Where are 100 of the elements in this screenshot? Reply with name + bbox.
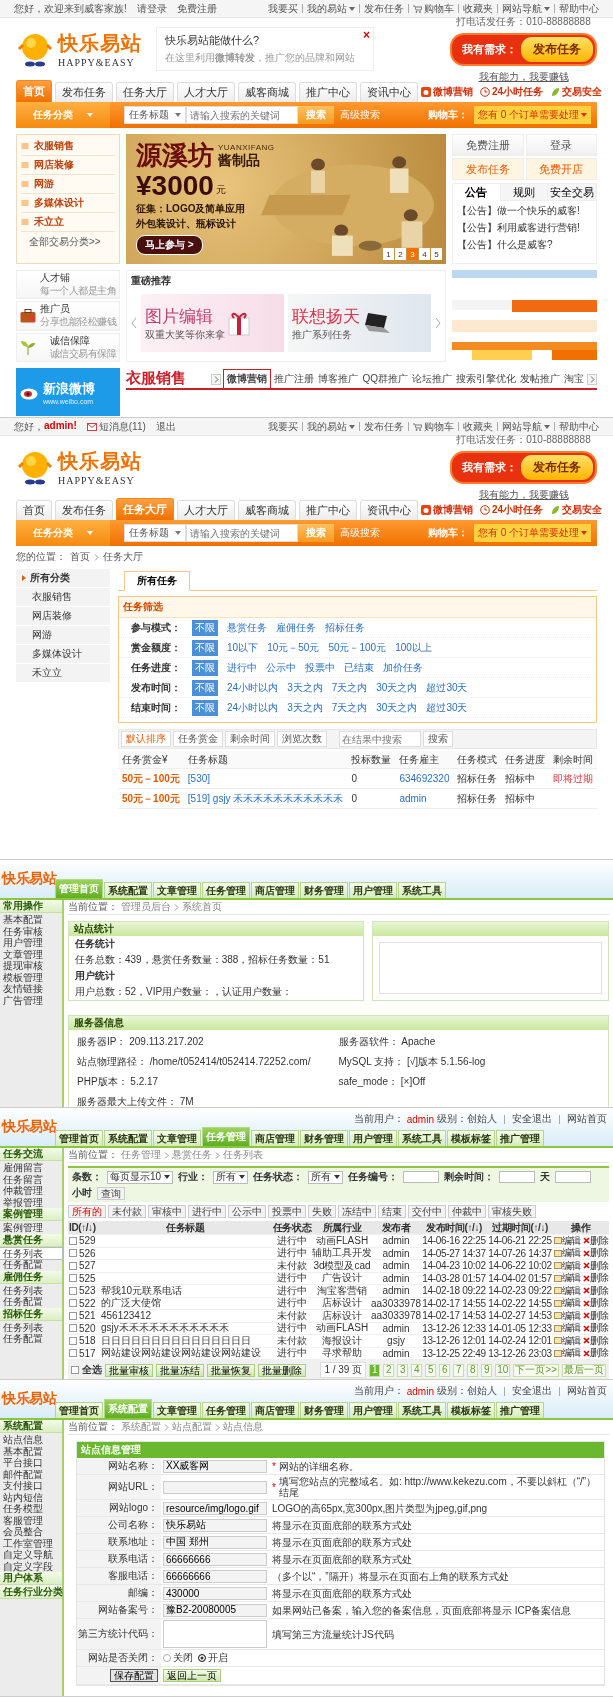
post-task-button[interactable]: 发布任务 bbox=[521, 454, 593, 480]
edit-link[interactable]: 编辑 bbox=[553, 1271, 581, 1286]
search-field[interactable]: 请输入搜索的关键词 bbox=[186, 524, 298, 542]
edit-link[interactable]: 编辑 bbox=[553, 1233, 581, 1248]
filter-option[interactable]: 7天之内 bbox=[331, 700, 368, 715]
save-button[interactable]: 保存配置 bbox=[110, 1669, 158, 1682]
sidebar-link[interactable]: 广告管理 bbox=[0, 994, 62, 1006]
filter-option[interactable]: 30天之内 bbox=[376, 680, 418, 695]
search-field[interactable]: 请输入搜索的关键词 bbox=[186, 106, 298, 124]
notice-link[interactable]: 【公告】什么是威客? bbox=[453, 235, 596, 252]
admin-tab[interactable]: 管理首页 bbox=[55, 1402, 103, 1418]
nav-tab[interactable]: 推广中心 bbox=[299, 500, 357, 520]
filter-option[interactable]: 3天之内 bbox=[287, 680, 323, 695]
admin-tab[interactable]: 推广管理 bbox=[496, 1402, 544, 1418]
filter-option[interactable]: 100以上 bbox=[395, 640, 432, 655]
admin-tab[interactable]: 系统工具 bbox=[398, 1130, 446, 1146]
top-link[interactable]: 帮助中心 bbox=[559, 419, 599, 434]
notice-link[interactable]: 【公告】利用威客进行营销! bbox=[453, 218, 596, 235]
category-link[interactable]: 所有分类 bbox=[30, 571, 70, 585]
delete-link[interactable]: 删除 bbox=[582, 1233, 609, 1248]
category-link[interactable]: 网游 bbox=[32, 628, 52, 642]
checkbox[interactable] bbox=[69, 1336, 77, 1345]
header-link[interactable]: 安全退出 bbox=[512, 1112, 552, 1126]
edit-link[interactable]: 编辑 bbox=[553, 1258, 581, 1273]
batch-button[interactable]: 批量冻结 bbox=[156, 1363, 204, 1377]
filter-option[interactable]: 投票中 bbox=[305, 660, 335, 675]
sidebar-link[interactable]: 文章管理 bbox=[0, 948, 62, 960]
feature-link[interactable]: 交易安全 bbox=[550, 503, 603, 517]
filter-option[interactable]: 7天之内 bbox=[331, 680, 368, 695]
delete-link[interactable]: 删除 bbox=[582, 1321, 609, 1336]
status-tab[interactable]: 审核中 bbox=[148, 1205, 186, 1218]
delete-link[interactable]: 删除 bbox=[582, 1308, 609, 1323]
sidebar-link[interactable]: 自定义导航 bbox=[0, 1549, 62, 1561]
category-link[interactable]: 多媒体设计 bbox=[34, 196, 84, 210]
admin-tab[interactable]: 模板标签 bbox=[447, 1402, 495, 1418]
top-link[interactable]: 免费注册 bbox=[176, 1, 217, 16]
input-field[interactable]: 430000 bbox=[163, 1586, 267, 1600]
filter-option[interactable]: 超过30天 bbox=[426, 680, 468, 695]
delete-link[interactable]: 删除 bbox=[582, 1246, 609, 1261]
edit-link[interactable]: 编辑 bbox=[553, 1246, 581, 1261]
header-link[interactable]: 安全退出 bbox=[512, 1384, 552, 1398]
category-link[interactable]: 网店装修 bbox=[34, 158, 74, 172]
sidebar-link[interactable]: 站内短信 bbox=[0, 1491, 62, 1503]
filter-option[interactable]: 公示中 bbox=[266, 660, 296, 675]
checkbox[interactable] bbox=[69, 1311, 77, 1320]
filter-option[interactable]: 加价任务 bbox=[383, 660, 423, 675]
filter-option[interactable]: 10以下 bbox=[227, 640, 259, 655]
radio-button[interactable] bbox=[163, 1654, 171, 1662]
feature-link[interactable]: 微博营销 bbox=[421, 503, 473, 517]
top-link[interactable]: 网站导航 bbox=[502, 1, 550, 16]
top-link[interactable]: 购物车 bbox=[413, 1, 454, 16]
cart-dropdown[interactable]: 您有 0 个订单需要处理 bbox=[473, 106, 591, 124]
sort-tab[interactable]: 剩余时间 bbox=[225, 731, 275, 747]
breadcrumb-link[interactable]: 站点配置 bbox=[172, 1420, 212, 1434]
logout-link[interactable]: 退出 bbox=[155, 419, 176, 434]
next-button[interactable] bbox=[587, 374, 597, 385]
join-button[interactable]: 马上参与 > bbox=[136, 235, 203, 255]
top-link[interactable]: 请登录 bbox=[136, 1, 167, 16]
arrow-right-icon[interactable] bbox=[435, 317, 441, 329]
sidebar-link[interactable]: 案例管理 bbox=[0, 1222, 62, 1234]
search-button[interactable]: 搜索 bbox=[423, 731, 453, 747]
sidebar-link[interactable]: 平台接口 bbox=[0, 1457, 62, 1469]
admin-tab[interactable]: 财务管理 bbox=[300, 1130, 348, 1146]
promo-card[interactable]: 图片编辑 双重大奖等你来拿 bbox=[141, 294, 284, 352]
feature-link[interactable]: 24小时任务 bbox=[480, 85, 544, 99]
input-field[interactable]: 中国 郑州 bbox=[163, 1535, 267, 1549]
filter-input[interactable] bbox=[499, 1171, 536, 1183]
sidebar-link[interactable]: 友情链接 bbox=[0, 983, 62, 995]
earn-link[interactable]: 我有能力，我要赚钱 bbox=[478, 487, 569, 502]
sidebar-link[interactable]: 工作室管理 bbox=[0, 1537, 62, 1549]
breadcrumb-link[interactable]: 系统配置 bbox=[121, 1420, 161, 1434]
category-link[interactable]: 禾立立 bbox=[34, 215, 64, 229]
top-link[interactable]: 购物车 bbox=[413, 419, 454, 434]
sidebar-link[interactable]: 站点信息 bbox=[0, 1434, 62, 1446]
delete-link[interactable]: 删除 bbox=[582, 1271, 609, 1286]
result-search-field[interactable]: 在结果中搜索 bbox=[339, 731, 421, 747]
feature-link[interactable]: 交易安全 bbox=[550, 85, 603, 99]
account-button[interactable]: 登录 bbox=[525, 134, 597, 156]
feature-card[interactable]: 推广员 分享也能轻松赚钱 bbox=[16, 301, 120, 331]
edit-link[interactable]: 编辑 bbox=[553, 1346, 581, 1361]
sidebar-link[interactable]: 任务配置 bbox=[0, 1296, 62, 1308]
checkbox[interactable] bbox=[69, 1299, 77, 1308]
feature-link[interactable]: 微博营销 bbox=[421, 85, 473, 99]
task-tab[interactable]: 所有任务 bbox=[124, 571, 190, 591]
sidebar-link[interactable]: 任务列表 bbox=[0, 1284, 62, 1296]
filter-select[interactable]: 每页显示10 bbox=[107, 1170, 174, 1184]
status-tab[interactable]: 未付款 bbox=[108, 1205, 146, 1218]
sidebar-link[interactable]: 任务配置 bbox=[0, 1333, 62, 1345]
header-link[interactable]: 网站首页 bbox=[567, 1384, 607, 1398]
earn-link[interactable]: 我有能力，我要赚钱 bbox=[478, 69, 569, 84]
sidebar-link[interactable]: 任务留言 bbox=[0, 1173, 62, 1185]
cart-dropdown[interactable]: 您有 0 个订单需要处理 bbox=[473, 524, 591, 542]
sidebar-link[interactable]: 客服管理 bbox=[0, 1514, 62, 1526]
input-field[interactable] bbox=[163, 1480, 267, 1494]
admin-tab[interactable]: 商店管理 bbox=[251, 1130, 299, 1146]
notice-tab[interactable]: 安全交易 bbox=[548, 184, 596, 201]
sidebar-link[interactable]: 用户管理 bbox=[0, 937, 62, 949]
user-name[interactable]: admin! bbox=[44, 419, 77, 434]
admin-tab[interactable]: 系统工具 bbox=[398, 1402, 446, 1418]
sidebar-link[interactable]: 自定义字段 bbox=[0, 1560, 62, 1572]
